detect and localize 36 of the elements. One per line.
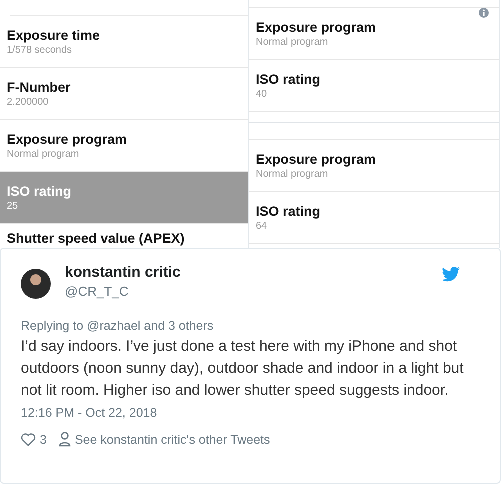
- setting-title: ISO rating: [7, 184, 73, 198]
- author-name[interactable]: konstantin critic: [65, 263, 442, 283]
- bird-icon[interactable]: [442, 267, 460, 282]
- setting-row[interactable]: Exposure program Normal program: [249, 7, 499, 60]
- setting-row[interactable]: ISO rating 40: [249, 60, 499, 112]
- author-handle[interactable]: @CR_T_C: [65, 283, 442, 301]
- setting-title: ISO rating: [256, 72, 322, 86]
- info-icon[interactable]: [479, 8, 489, 18]
- setting-value: 40: [256, 88, 268, 100]
- setting-row[interactable]: Exposure time 1/578 seconds: [0, 16, 248, 68]
- setting-title: Exposure program: [256, 152, 378, 166]
- reply-context: Replying to @razhael and 3 others: [21, 319, 215, 333]
- setting-title: Shutter speed value (APEX): [7, 231, 186, 246]
- setting-row[interactable]: Exposure program Normal program: [249, 139, 499, 192]
- setting-row[interactable]: Shutter speed value (APEX): [0, 224, 248, 246]
- setting-value: 25: [7, 200, 20, 212]
- setting-value: Normal program: [7, 148, 80, 160]
- setting-row[interactable]: F-Number 2.200000: [0, 68, 248, 120]
- setting-title: ISO rating: [256, 204, 322, 218]
- setting-value: Normal program: [256, 36, 330, 48]
- like-count: 3: [40, 432, 47, 446]
- person-icon[interactable]: [58, 432, 71, 447]
- heart-icon[interactable]: [21, 432, 36, 446]
- tweet-timestamp[interactable]: 12:16 PM - Oct 22, 2018: [21, 406, 480, 420]
- setting-title: Exposure time: [7, 28, 102, 42]
- setting-value: 1/578 seconds: [7, 44, 74, 56]
- setting-value: 2.200000: [7, 96, 50, 108]
- setting-value: 64: [256, 220, 268, 232]
- setting-title: F-Number: [7, 80, 72, 94]
- setting-value: Normal program: [256, 168, 330, 180]
- setting-row[interactable]: ISO rating 64: [249, 192, 499, 244]
- tweet-text: I’d say indoors. I’ve just done a test here with my iPhone and shot outdoors (noon sunny day), outdoor shade and indoor in a light but not lit room. Higher iso and lower shutter speed suggests indoor.: [21, 337, 465, 401]
- avatar-icon: [21, 269, 51, 299]
- setting-title: Exposure program: [7, 132, 128, 146]
- setting-title: Exposure program: [256, 20, 378, 34]
- other-tweets-link[interactable]: See konstantin critic's other Tweets: [74, 432, 270, 446]
